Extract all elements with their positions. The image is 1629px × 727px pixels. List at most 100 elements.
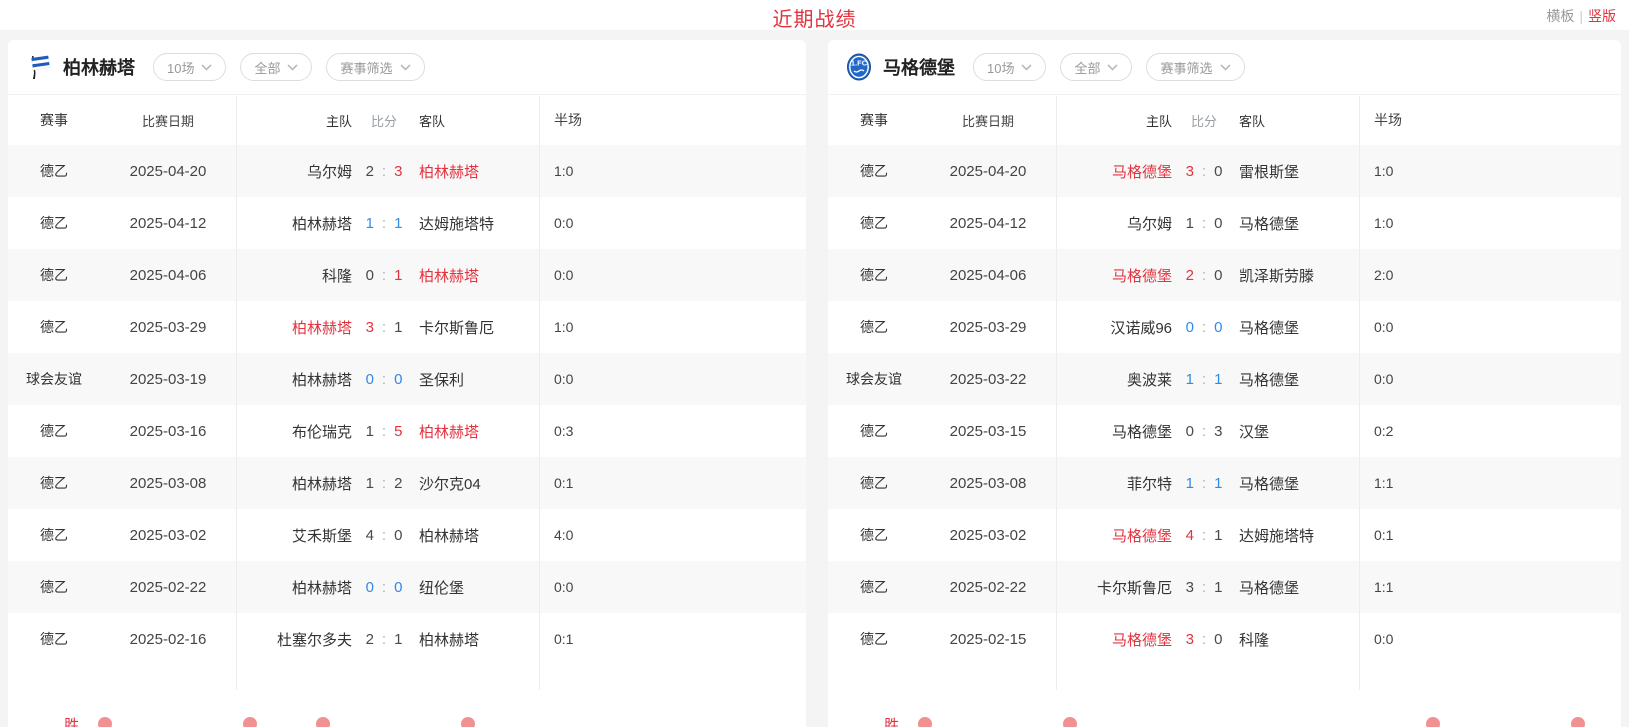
competition-filter-dropdown[interactable]: 赛事筛选 xyxy=(326,53,424,81)
score-colon: : xyxy=(382,527,386,544)
halftime-score: 1:0 xyxy=(539,163,806,179)
match-count-dropdown[interactable]: 10场 xyxy=(153,53,226,81)
match-date: 2025-03-19 xyxy=(100,371,236,388)
column-divider xyxy=(539,96,540,690)
match-date: 2025-03-02 xyxy=(920,527,1056,544)
match-score: 3 : 1 xyxy=(1180,579,1228,596)
match-competition: 德乙 xyxy=(8,161,100,181)
match-score: 1 : 1 xyxy=(1180,371,1228,388)
home-goals: 4 xyxy=(1186,527,1194,544)
home-goals: 0 xyxy=(366,579,374,596)
match-row[interactable]: 德乙 2025-04-06 科隆 0 : 1 柏林赫塔 0:0 xyxy=(8,249,806,301)
match-row[interactable]: 德乙 2025-03-29 柏林赫塔 3 : 1 卡尔斯鲁厄 1:0 xyxy=(8,301,806,353)
column-divider xyxy=(1359,96,1360,690)
halftime-score: 0:1 xyxy=(1359,527,1621,543)
halftime-score: 1:0 xyxy=(1359,163,1621,179)
column-divider xyxy=(236,96,237,690)
toggle-vertical-link[interactable]: 竖版 xyxy=(1588,8,1616,24)
match-row[interactable]: 德乙 2025-02-16 杜塞尔多夫 2 : 1 柏林赫塔 0:1 xyxy=(8,613,806,665)
match-competition: 德乙 xyxy=(828,213,920,233)
away-team-name: 马格德堡 xyxy=(1228,369,1359,390)
legend-win-label: 胜 xyxy=(64,714,79,727)
chevron-down-icon xyxy=(287,64,298,71)
match-row[interactable]: 德乙 2025-04-12 乌尔姆 1 : 0 马格德堡 1:0 xyxy=(828,197,1621,249)
col-header-away: 客队 xyxy=(1228,111,1359,130)
win-dot xyxy=(1426,717,1440,727)
match-competition: 德乙 xyxy=(828,161,920,181)
score-colon: : xyxy=(382,423,386,440)
away-team-name: 凯泽斯劳滕 xyxy=(1228,265,1359,286)
match-competition: 德乙 xyxy=(8,213,100,233)
home-team-name: 科隆 xyxy=(236,265,360,286)
away-goals: 1 xyxy=(394,267,402,284)
col-header-home: 主队 xyxy=(236,111,360,130)
toggle-horizontal-link[interactable]: 横板 xyxy=(1546,8,1574,24)
away-team-name: 马格德堡 xyxy=(1228,317,1359,338)
win-dot xyxy=(316,717,330,727)
away-team-name: 纽伦堡 xyxy=(408,577,539,598)
match-row[interactable]: 德乙 2025-02-15 马格德堡 3 : 0 科隆 0:0 xyxy=(828,613,1621,665)
match-row[interactable]: 德乙 2025-03-29 汉诺威96 0 : 0 马格德堡 0:0 xyxy=(828,301,1621,353)
venue-dropdown[interactable]: 全部 xyxy=(240,53,312,81)
result-legend: 胜 xyxy=(8,714,806,727)
score-colon: : xyxy=(1202,319,1206,336)
home-team-name: 柏林赫塔 xyxy=(236,317,360,338)
match-score: 0 : 0 xyxy=(360,371,408,388)
away-team-name: 科隆 xyxy=(1228,629,1359,650)
match-count-value: 10场 xyxy=(987,58,1014,77)
match-row[interactable]: 德乙 2025-03-15 马格德堡 0 : 3 汉堡 0:2 xyxy=(828,405,1621,457)
home-goals: 2 xyxy=(366,163,374,180)
match-competition: 德乙 xyxy=(828,421,920,441)
match-row[interactable]: 德乙 2025-03-08 柏林赫塔 1 : 2 沙尔克04 0:1 xyxy=(8,457,806,509)
match-row[interactable]: 德乙 2025-04-12 柏林赫塔 1 : 1 达姆施塔特 0:0 xyxy=(8,197,806,249)
match-row[interactable]: 德乙 2025-04-06 马格德堡 2 : 0 凯泽斯劳滕 2:0 xyxy=(828,249,1621,301)
team-panel-right: 1.FC 马格德堡 10场 全部 赛事筛选 赛事 比赛日期 主队 比分 客队 半… xyxy=(828,40,1621,727)
match-row[interactable]: 德乙 2025-02-22 卡尔斯鲁厄 3 : 1 马格德堡 1:1 xyxy=(828,561,1621,613)
away-goals: 3 xyxy=(1214,423,1222,440)
match-row[interactable]: 德乙 2025-03-02 马格德堡 4 : 1 达姆施塔特 0:1 xyxy=(828,509,1621,561)
home-team-name: 奥波莱 xyxy=(1056,369,1180,390)
match-score: 1 : 0 xyxy=(1180,215,1228,232)
home-team-name: 柏林赫塔 xyxy=(236,577,360,598)
home-team-name: 马格德堡 xyxy=(1056,421,1180,442)
match-competition: 德乙 xyxy=(8,629,100,649)
away-team-name: 雷根斯堡 xyxy=(1228,161,1359,182)
match-row[interactable]: 德乙 2025-03-08 菲尔特 1 : 1 马格德堡 1:1 xyxy=(828,457,1621,509)
match-row[interactable]: 德乙 2025-02-22 柏林赫塔 0 : 0 纽伦堡 0:0 xyxy=(8,561,806,613)
score-colon: : xyxy=(382,319,386,336)
home-goals: 3 xyxy=(1186,631,1194,648)
match-row[interactable]: 球会友谊 2025-03-19 柏林赫塔 0 : 0 圣保利 0:0 xyxy=(8,353,806,405)
halftime-score: 0:0 xyxy=(539,267,806,283)
competition-filter-dropdown[interactable]: 赛事筛选 xyxy=(1146,53,1244,81)
toggle-separator: | xyxy=(1579,8,1583,24)
match-date: 2025-02-22 xyxy=(920,579,1056,596)
match-date: 2025-04-20 xyxy=(100,163,236,180)
team-panel-left: 柏林赫塔 10场 全部 赛事筛选 赛事 比赛日期 主队 比分 客队 半场 德乙 … xyxy=(8,40,806,727)
home-team-name: 柏林赫塔 xyxy=(236,473,360,494)
match-count-dropdown[interactable]: 10场 xyxy=(973,53,1046,81)
home-team-name: 马格德堡 xyxy=(1056,525,1180,546)
match-score: 1 : 1 xyxy=(360,215,408,232)
topbar: 近期战绩 横板|竖版 xyxy=(0,0,1629,30)
score-colon: : xyxy=(1202,163,1206,180)
match-row[interactable]: 德乙 2025-03-16 布伦瑞克 1 : 5 柏林赫塔 0:3 xyxy=(8,405,806,457)
score-colon: : xyxy=(1202,215,1206,232)
halftime-score: 1:1 xyxy=(1359,475,1621,491)
away-team-name: 汉堡 xyxy=(1228,421,1359,442)
match-score: 0 : 3 xyxy=(1180,423,1228,440)
legend-win-label: 胜 xyxy=(884,714,899,727)
chevron-down-icon xyxy=(1107,64,1118,71)
away-goals: 0 xyxy=(394,371,402,388)
match-row[interactable]: 德乙 2025-04-20 乌尔姆 2 : 3 柏林赫塔 1:0 xyxy=(8,145,806,197)
venue-dropdown[interactable]: 全部 xyxy=(1060,53,1132,81)
match-row[interactable]: 球会友谊 2025-03-22 奥波莱 1 : 1 马格德堡 0:0 xyxy=(828,353,1621,405)
match-competition: 德乙 xyxy=(828,265,920,285)
home-goals: 1 xyxy=(366,423,374,440)
halftime-score: 1:1 xyxy=(1359,579,1621,595)
match-row[interactable]: 德乙 2025-03-02 艾禾斯堡 4 : 0 柏林赫塔 4:0 xyxy=(8,509,806,561)
away-goals: 1 xyxy=(1214,475,1222,492)
away-goals: 0 xyxy=(1214,267,1222,284)
match-row[interactable]: 德乙 2025-04-20 马格德堡 3 : 0 雷根斯堡 1:0 xyxy=(828,145,1621,197)
match-date: 2025-04-12 xyxy=(920,215,1056,232)
win-dot xyxy=(1571,717,1585,727)
